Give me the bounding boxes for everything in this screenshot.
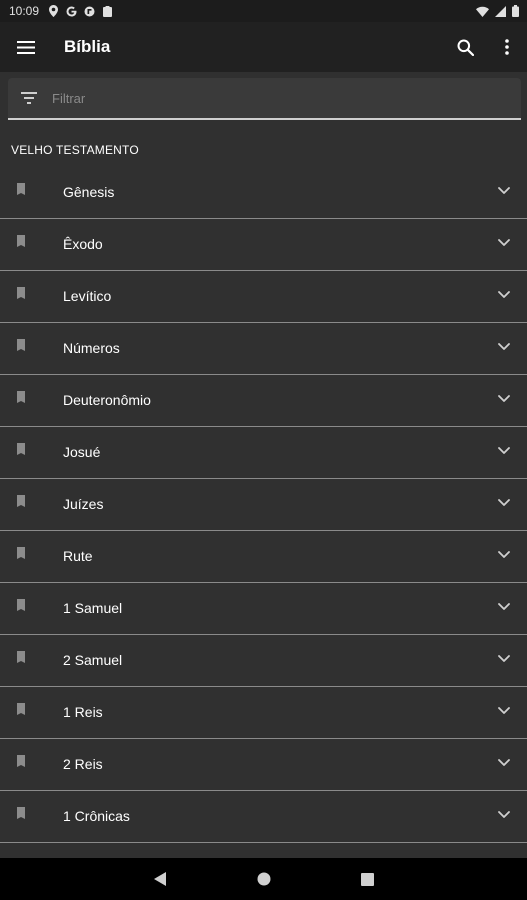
chevron-down-icon[interactable] — [497, 392, 511, 406]
book-row[interactable]: Juízes — [0, 479, 527, 531]
book-icon — [16, 442, 26, 455]
status-bar: 10:09 — [0, 0, 527, 22]
book-name: Gênesis — [63, 184, 115, 200]
chevron-down-icon[interactable] — [497, 756, 511, 770]
status-notification-icons — [47, 5, 113, 17]
search-icon[interactable] — [453, 35, 477, 59]
book-name: 1 Reis — [63, 704, 103, 720]
home-icon[interactable] — [254, 869, 274, 889]
book-name: 1 Crônicas — [63, 808, 130, 824]
book-icon — [16, 598, 26, 611]
book-icon — [16, 182, 26, 195]
book-name: Números — [63, 340, 120, 356]
book-icon — [16, 702, 26, 715]
book-icon — [16, 286, 26, 299]
book-row[interactable]: Números — [0, 323, 527, 375]
chevron-down-icon[interactable] — [497, 288, 511, 302]
chevron-down-icon[interactable] — [497, 548, 511, 562]
clipboard-icon — [101, 5, 113, 17]
book-icon — [16, 650, 26, 663]
google-icon — [65, 5, 77, 17]
book-row[interactable]: Josué — [0, 427, 527, 479]
filter-input[interactable] — [50, 89, 494, 107]
chevron-down-icon[interactable] — [497, 236, 511, 250]
book-icon — [16, 390, 26, 403]
chevron-down-icon[interactable] — [497, 808, 511, 822]
battery-icon — [512, 5, 519, 17]
book-name: Levítico — [63, 288, 112, 304]
book-name: Rute — [63, 548, 93, 564]
recents-icon[interactable] — [358, 869, 378, 889]
filter-icon — [20, 89, 38, 107]
status-time: 10:09 — [9, 4, 40, 18]
book-name: Deuteronômio — [63, 392, 151, 408]
book-icon — [16, 494, 26, 507]
book-name: Juízes — [63, 496, 104, 512]
app-bar-actions — [453, 35, 527, 59]
book-row[interactable]: Gênesis — [0, 167, 527, 219]
book-list: Gênesis Êxodo Levítico Números Deuteronômio J… — [0, 167, 527, 843]
book-name: Êxodo — [63, 236, 103, 252]
book-name: Josué — [63, 444, 101, 460]
book-row[interactable]: 2 Samuel — [0, 635, 527, 687]
chevron-down-icon[interactable] — [497, 704, 511, 718]
chevron-down-icon[interactable] — [497, 340, 511, 354]
app-notification-icon — [83, 5, 95, 17]
chevron-down-icon[interactable] — [497, 600, 511, 614]
wifi-icon — [476, 6, 489, 17]
app-bar: Bíblia — [0, 22, 527, 72]
more-vertical-icon[interactable] — [495, 35, 519, 59]
book-row[interactable]: Deuteronômio — [0, 375, 527, 427]
book-icon — [16, 806, 26, 819]
book-row[interactable]: 1 Reis — [0, 687, 527, 739]
book-icon — [16, 234, 26, 247]
chevron-down-icon[interactable] — [497, 444, 511, 458]
navigation-bar — [0, 858, 527, 900]
signal-icon — [495, 5, 506, 17]
status-system-icons — [476, 5, 519, 17]
section-header: VELHO TESTAMENTO — [11, 143, 139, 157]
chevron-down-icon[interactable] — [497, 496, 511, 510]
chevron-down-icon[interactable] — [497, 652, 511, 666]
book-row[interactable]: Levítico — [0, 271, 527, 323]
book-icon — [16, 546, 26, 559]
book-row[interactable]: Êxodo — [0, 219, 527, 271]
book-row[interactable]: 1 Samuel — [0, 583, 527, 635]
book-icon — [16, 754, 26, 767]
location-icon — [47, 5, 59, 17]
chevron-down-icon[interactable] — [497, 184, 511, 198]
book-name: 2 Reis — [63, 756, 103, 772]
book-row[interactable]: 2 Reis — [0, 739, 527, 791]
filter-field — [8, 78, 521, 120]
back-icon[interactable] — [150, 869, 170, 889]
book-icon — [16, 338, 26, 351]
book-name: 1 Samuel — [63, 600, 123, 616]
book-row[interactable]: 1 Crônicas — [0, 791, 527, 843]
page-title: Bíblia — [64, 37, 111, 56]
book-row[interactable]: Rute — [0, 531, 527, 583]
book-name: 2 Samuel — [63, 652, 123, 668]
hamburger-icon[interactable] — [14, 35, 38, 59]
